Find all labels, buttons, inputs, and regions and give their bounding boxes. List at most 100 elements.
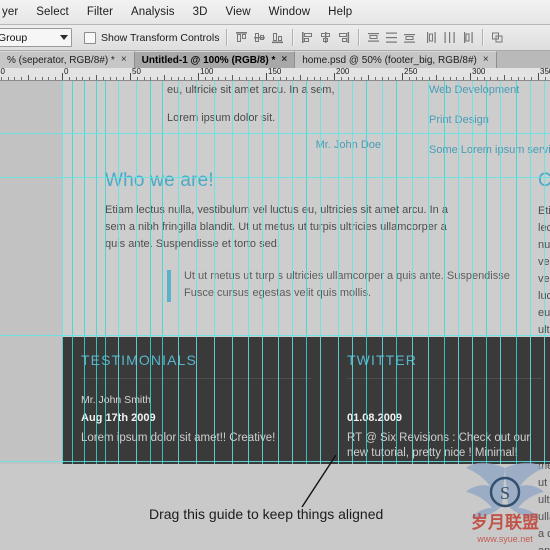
watermark-chinese-text: 岁月联盟	[471, 512, 539, 533]
close-icon[interactable]: ×	[121, 55, 127, 65]
vertical-guide[interactable]	[72, 81, 73, 464]
menu-item-analysis[interactable]: Analysis	[122, 4, 184, 20]
watermark-logo: S 岁月联盟 www.syue.net	[462, 456, 548, 548]
vertical-guide[interactable]	[544, 81, 545, 464]
vertical-guide[interactable]	[292, 81, 293, 464]
vertical-guide[interactable]	[196, 81, 197, 464]
ruler-minor-tick	[273, 77, 274, 80]
vertical-guide[interactable]	[105, 81, 106, 464]
tab-seperator[interactable]: % (seperator, RGB/8#) * ×	[0, 51, 135, 68]
ruler-minor-tick	[28, 75, 29, 80]
vertical-guide[interactable]	[366, 81, 367, 464]
vertical-guide[interactable]	[232, 81, 233, 464]
canvas-area[interactable]: eu, ultricie sit amet arcu. In a sem, Lo…	[0, 81, 550, 550]
distribute-left-edges-icon[interactable]	[424, 30, 439, 45]
horizontal-guide[interactable]	[0, 335, 550, 336]
show-transform-controls-checkbox[interactable]: Show Transform Controls	[84, 32, 219, 44]
align-horizontal-centers-icon[interactable]	[318, 30, 333, 45]
auto-align-layers-icon[interactable]	[490, 30, 505, 45]
ruler-minor-tick	[368, 75, 369, 80]
horizontal-guide[interactable]	[0, 461, 550, 462]
menu-item-help[interactable]: Help	[319, 4, 361, 20]
ruler-minor-tick	[545, 77, 546, 80]
ruler-minor-tick	[484, 77, 485, 80]
tab-untitled-1[interactable]: Untitled-1 @ 100% (RGB/8) * ×	[135, 51, 296, 68]
services-link-column: Web Development Print Design Some Lorem …	[429, 83, 550, 173]
vertical-guide[interactable]	[382, 81, 383, 464]
vertical-guide[interactable]	[320, 81, 321, 464]
annotation-caption: Drag this guide to keep things aligned	[149, 506, 383, 522]
vertical-guide[interactable]	[396, 81, 397, 464]
vertical-guide[interactable]	[530, 81, 531, 464]
horizontal-ruler[interactable]: 500501001502002503003504004505005506	[0, 68, 550, 81]
vertical-guide[interactable]	[306, 81, 307, 464]
align-left-edges-icon[interactable]	[300, 30, 315, 45]
ruler-minor-tick	[89, 77, 90, 80]
checkbox-icon[interactable]	[84, 32, 96, 44]
ruler-minor-tick	[137, 77, 138, 80]
toolbar-divider-3	[358, 29, 359, 46]
vertical-guide[interactable]	[428, 81, 429, 464]
ruler-minor-tick	[252, 77, 253, 80]
link-print-design[interactable]: Print Design	[429, 113, 550, 127]
vertical-guide[interactable]	[178, 81, 179, 464]
align-vertical-centers-icon[interactable]	[252, 30, 267, 45]
vertical-guide[interactable]	[262, 81, 263, 464]
vertical-guide[interactable]	[278, 81, 279, 464]
quote-accent-bar	[167, 270, 171, 302]
ruler-minor-tick	[524, 77, 525, 80]
vertical-guide[interactable]	[136, 81, 137, 464]
vertical-guide[interactable]	[352, 81, 353, 464]
distribute-horizontal-centers-icon[interactable]	[442, 30, 457, 45]
vertical-guide[interactable]	[248, 81, 249, 464]
vertical-guide[interactable]	[516, 81, 517, 464]
ruler-minor-tick	[205, 77, 206, 80]
ruler-minor-tick	[300, 75, 301, 80]
vertical-guide[interactable]	[500, 81, 501, 464]
menu-item-view[interactable]: View	[217, 4, 260, 20]
close-icon[interactable]: ×	[483, 55, 489, 65]
menu-item-3d[interactable]: 3D	[184, 4, 217, 20]
tab-label: home.psd @ 50% (footer_big, RGB/8#)	[302, 55, 477, 66]
align-horizontal-group	[300, 30, 351, 45]
vertical-guide[interactable]	[444, 81, 445, 464]
distribute-vertical-centers-icon[interactable]	[384, 30, 399, 45]
vertical-guide[interactable]	[458, 81, 459, 464]
ruler-minor-tick	[375, 77, 376, 80]
distribute-bottom-edges-icon[interactable]	[402, 30, 417, 45]
close-icon[interactable]: ×	[281, 55, 287, 65]
ruler-minor-tick	[327, 77, 328, 80]
vertical-guide[interactable]	[472, 81, 473, 464]
menu-item-window[interactable]: Window	[260, 4, 320, 20]
vertical-guide[interactable]	[338, 81, 339, 464]
align-right-edges-icon[interactable]	[336, 30, 351, 45]
ruler-minor-tick	[395, 77, 396, 80]
link-web-development[interactable]: Web Development	[429, 83, 550, 97]
vertical-guide[interactable]	[118, 81, 119, 464]
vertical-guide[interactable]	[150, 81, 151, 464]
vertical-guide[interactable]	[84, 81, 85, 464]
vertical-guide[interactable]	[486, 81, 487, 464]
vertical-guide[interactable]	[96, 81, 97, 464]
quote-text: Ut ut metus ut turp s ultricies ullamcor…	[184, 268, 527, 302]
vertical-guide[interactable]	[214, 81, 215, 464]
menu-item-filter[interactable]: Filter	[78, 4, 122, 20]
distribute-top-edges-icon[interactable]	[366, 30, 381, 45]
vertical-guide[interactable]	[62, 81, 63, 464]
vertical-guide[interactable]	[412, 81, 413, 464]
horizontal-guide[interactable]	[0, 177, 550, 178]
ruler-minor-tick	[388, 77, 389, 80]
group-select[interactable]: Group	[0, 28, 72, 47]
ruler-minor-tick	[55, 77, 56, 80]
tab-home-psd[interactable]: home.psd @ 50% (footer_big, RGB/8#) ×	[295, 51, 497, 68]
horizontal-guide[interactable]	[0, 133, 550, 134]
menu-item-layer[interactable]: yer	[0, 4, 27, 20]
distribute-right-edges-icon[interactable]	[460, 30, 475, 45]
align-top-edges-icon[interactable]	[234, 30, 249, 45]
vertical-guide[interactable]	[162, 81, 163, 464]
align-bottom-edges-icon[interactable]	[270, 30, 285, 45]
menu-item-select[interactable]: Select	[27, 4, 78, 20]
link-lorem-service[interactable]: Some Lorem ipsum service	[429, 143, 550, 157]
ruler-minor-tick	[48, 77, 49, 80]
ruler-minor-tick	[518, 77, 519, 80]
